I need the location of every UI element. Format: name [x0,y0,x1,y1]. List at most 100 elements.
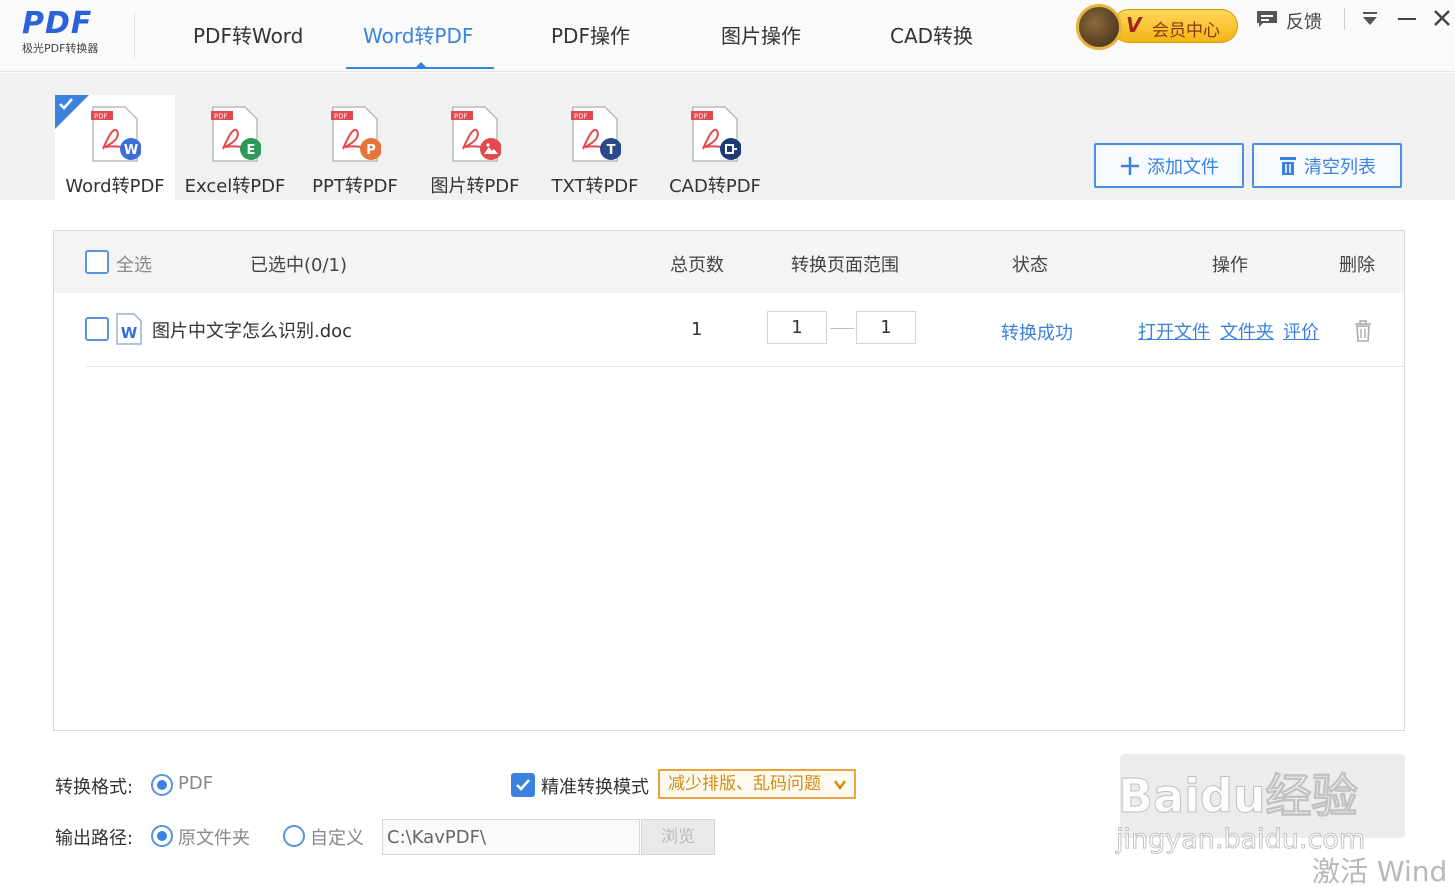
row-divider [86,366,1404,367]
row-checkbox[interactable] [85,317,109,341]
conversion-toolbar: PDF W Word转PDF PDF E Excel转PDF PDF P PPT… [0,73,1455,200]
svg-text:W: W [124,143,138,158]
word-file-icon: W [116,313,142,345]
tool-image-to-pdf[interactable]: PDF 图片转PDF [415,95,535,200]
close-icon[interactable] [1430,6,1454,30]
open-file-link[interactable]: 打开文件 [1138,318,1210,344]
file-name: 图片中文字怎么识别.doc [152,321,353,342]
plus-icon [1121,156,1139,175]
output-path-input[interactable] [382,819,640,855]
svg-text:W: W [121,324,138,342]
column-page-range: 转换页面范围 [791,255,899,276]
precise-mode-tag[interactable]: 减少排版、乱码问题 [658,769,856,799]
select-all-label[interactable]: 全选 [116,251,152,277]
svg-text:T: T [607,143,616,158]
tab-pdf-operations[interactable]: PDF操作 [551,20,630,49]
system-divider [1344,8,1345,30]
clear-list-button[interactable]: 清空列表 [1252,143,1402,188]
doc-tag: PDF [94,113,108,121]
title-bar: PDF 极光PDF转换器 PDF转Word Word转PDF PDF操作 图片操… [0,0,1455,72]
output-original-label[interactable]: 原文件夹 [178,824,250,850]
feedback-icon [1257,11,1277,27]
word-to-pdf-icon: PDF W [91,106,141,162]
svg-text:PDF: PDF [214,113,228,121]
format-pdf-label[interactable]: PDF [178,773,213,794]
output-custom-radio[interactable] [283,825,305,847]
precise-mode-checkbox[interactable] [511,773,535,797]
svg-text:PDF: PDF [334,113,348,121]
tool-txt-to-pdf[interactable]: PDF T TXT转PDF [535,95,655,200]
add-file-label: 添加文件 [1147,156,1219,178]
select-all-checkbox[interactable] [85,250,109,274]
format-label: 转换格式: [55,777,134,798]
tool-label: TXT转PDF [551,176,639,197]
delete-icon[interactable] [1353,319,1373,343]
browse-button[interactable]: 浏览 [641,819,715,855]
table-header: 全选 已选中(0/1) 总页数 转换页面范围 状态 操作 删除 [54,231,1404,293]
app-window: PDF 极光PDF转换器 PDF转Word Word转PDF PDF操作 图片操… [0,0,1455,890]
dropdown-menu-icon[interactable] [1358,6,1382,30]
column-delete: 删除 [1339,255,1375,276]
tool-label: Excel转PDF [184,176,286,197]
checkmark-icon [516,779,530,791]
column-total-pages: 总页数 [670,255,724,276]
trash-icon [1280,156,1296,175]
file-list-table: 全选 已选中(0/1) 总页数 转换页面范围 状态 操作 删除 W 图片中文字怎… [53,230,1405,731]
range-dash [830,328,854,329]
clear-list-label: 清空列表 [1304,156,1376,178]
baidu-watermark: Baidu经验 [1118,769,1359,824]
rate-link[interactable]: 评价 [1283,318,1319,344]
total-pages-value: 1 [691,319,703,340]
active-tab-indicator [346,62,494,69]
ppt-to-pdf-icon: PDF P [331,106,381,162]
image-to-pdf-icon: PDF [451,106,501,162]
open-folder-link[interactable]: 文件夹 [1220,318,1274,344]
output-custom-label[interactable]: 自定义 [310,824,364,850]
feedback-label: 反馈 [1286,12,1322,33]
minimize-icon[interactable] [1395,6,1419,30]
avatar [1076,4,1122,50]
table-row: W 图片中文字怎么识别.doc 1 1 1 转换成功 打开文件 文件夹 评价 [54,293,1404,367]
checkmark-icon [59,98,73,110]
svg-text:PDF: PDF [454,113,468,121]
excel-to-pdf-icon: PDF E [211,106,261,162]
svg-text:E: E [247,143,256,158]
output-original-radio[interactable] [151,825,173,847]
selected-count: 已选中(0/1) [250,255,348,276]
tab-pdf-to-word[interactable]: PDF转Word [193,20,303,49]
range-from-input[interactable]: 1 [767,311,827,344]
precise-mode-tag-text: 减少排版、乱码问题 [668,774,821,794]
add-file-button[interactable]: 添加文件 [1094,143,1244,188]
tab-image-operations[interactable]: 图片操作 [721,20,801,49]
output-label: 输出路径: [55,828,134,849]
activate-windows-text: 激活 Wind [1312,855,1448,888]
status-badge: 转换成功 [1001,323,1073,344]
svg-text:P: P [366,143,376,158]
txt-to-pdf-icon: PDF T [571,106,621,162]
vip-label: 会员中心 [1152,21,1220,41]
format-pdf-radio[interactable] [151,774,173,796]
range-to-input[interactable]: 1 [856,311,916,344]
tool-label: Word转PDF [65,176,165,197]
column-status: 状态 [1012,255,1048,276]
svg-text:PDF: PDF [694,113,708,121]
svg-text:PDF: PDF [574,113,588,121]
cad-to-pdf-icon: PDF [691,106,741,162]
chevron-down-icon [834,780,846,790]
tab-cad-conversion[interactable]: CAD转换 [890,20,973,49]
column-actions: 操作 [1212,255,1248,276]
precise-mode-label[interactable]: 精准转换模式 [541,773,649,799]
logo-divider [134,12,135,58]
tool-label: PPT转PDF [312,176,398,197]
vip-center-button[interactable]: V 会员中心 [1076,4,1238,50]
tool-cad-to-pdf[interactable]: PDF CAD转PDF [655,95,775,200]
tab-word-to-pdf[interactable]: Word转PDF [363,20,473,49]
app-logo: PDF 极光PDF转换器 [22,8,112,60]
logo-mark: PDF [22,6,93,41]
vip-icon: V [1126,13,1142,37]
logo-subtitle: 极光PDF转换器 [22,42,99,55]
tool-label: 图片转PDF [430,176,520,197]
tool-excel-to-pdf[interactable]: PDF E Excel转PDF [175,95,295,200]
tool-label: CAD转PDF [669,176,761,197]
tool-ppt-to-pdf[interactable]: PDF P PPT转PDF [295,95,415,200]
